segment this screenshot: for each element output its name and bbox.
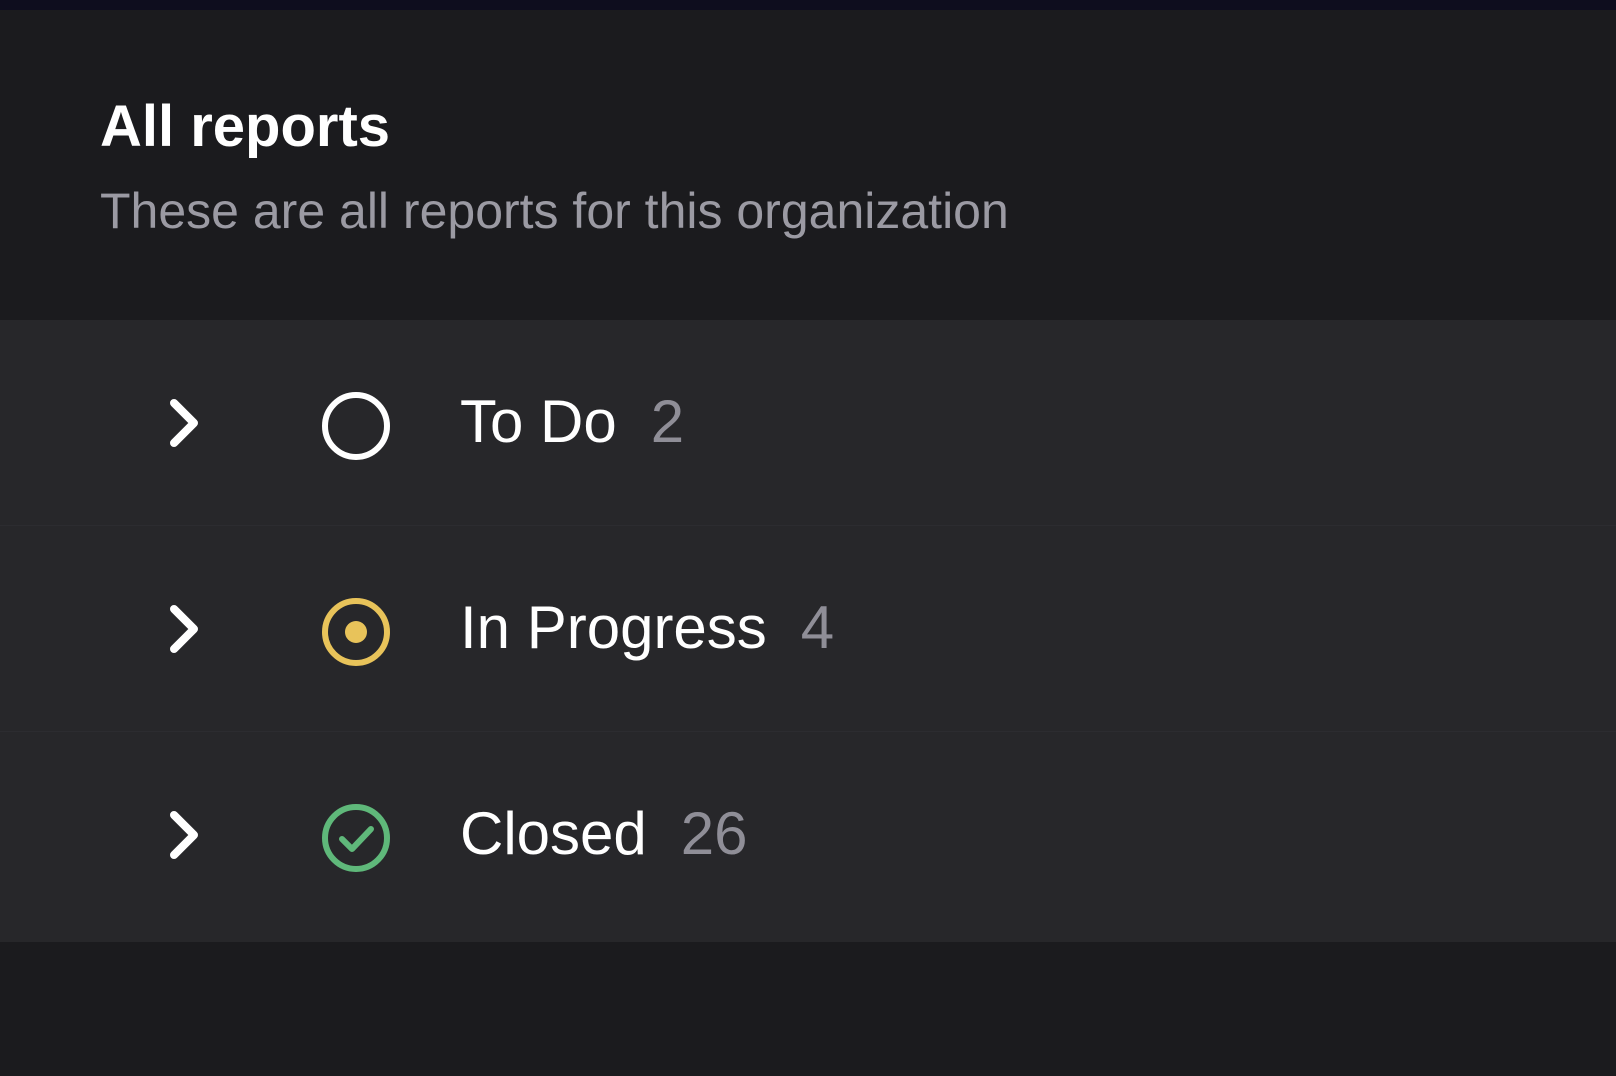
group-label: To Do <box>460 388 617 455</box>
group-row-to-do[interactable]: To Do 2 <box>0 320 1616 526</box>
group-count: 2 <box>650 388 685 455</box>
page-title: All reports <box>100 94 391 159</box>
page-header: All reports These are all reports for th… <box>0 10 1616 320</box>
group-row-in-progress[interactable]: In Progress 4 <box>0 526 1616 732</box>
chevron-right-icon[interactable] <box>160 395 212 451</box>
circle-outline-icon <box>322 392 390 460</box>
report-status-groups: To Do 2 In Progress 4 Closed 26 <box>0 320 1616 942</box>
page-subtitle: These are all reports for this organizat… <box>100 183 1009 239</box>
group-count: 4 <box>800 594 835 661</box>
group-label: Closed <box>460 800 647 867</box>
group-count: 26 <box>680 800 748 867</box>
reports-page: All reports These are all reports for th… <box>0 0 1616 1076</box>
chevron-right-icon[interactable] <box>160 807 212 863</box>
group-row-closed[interactable]: Closed 26 <box>0 732 1616 938</box>
top-bar <box>0 0 1616 10</box>
check-circle-icon <box>322 804 390 872</box>
chevron-right-icon[interactable] <box>160 601 212 657</box>
circle-dot-icon <box>322 598 390 666</box>
group-label: In Progress <box>460 594 767 661</box>
